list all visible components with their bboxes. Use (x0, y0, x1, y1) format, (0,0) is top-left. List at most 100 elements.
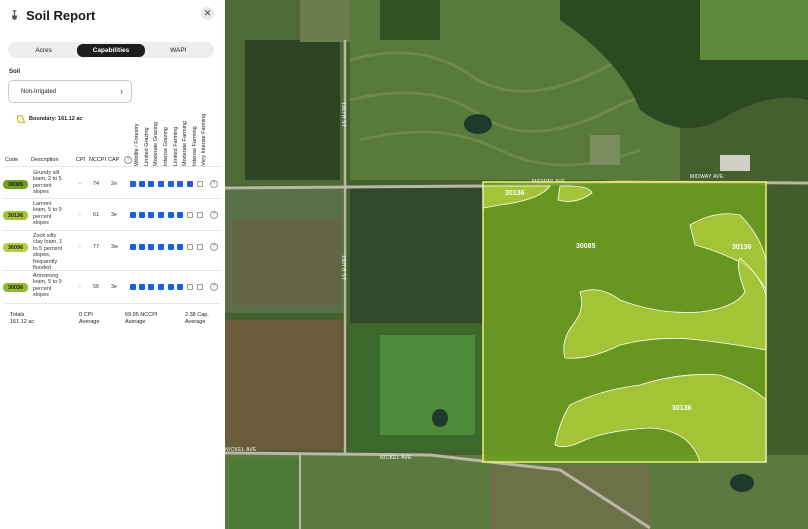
soil-label-30136-b: 30136 (732, 244, 752, 251)
help-icon[interactable]: ? (210, 180, 218, 188)
soil-label-30136-c: 30136 (672, 405, 692, 412)
soil-code-badge: 30136 (3, 211, 28, 220)
header-cap: CAP (108, 157, 120, 163)
divider (4, 166, 220, 167)
description-line: slopes (33, 189, 49, 196)
capability-indicator-filled (148, 244, 154, 250)
nccpi-value: 61 (93, 212, 100, 218)
capability-indicator-empty (187, 284, 193, 290)
totals-cap-caption: Average (185, 319, 206, 325)
road-label-midway-2: MIDWAY AVE (690, 174, 724, 180)
capability-indicator-filled (148, 284, 154, 290)
totals-cpi-value: 0 CPI (79, 312, 93, 318)
cap-value: 2e (111, 181, 118, 187)
soil-boundary-overlay[interactable] (482, 181, 767, 463)
header-cap-1: Limited Grazing (144, 127, 150, 166)
help-icon[interactable]: ? (210, 243, 218, 251)
help-icon[interactable]: ? (124, 156, 132, 164)
soil-description: Lamoni loam, 5 to 9 percent slopes (33, 201, 73, 227)
totals-nccpi-caption: Average (125, 319, 146, 325)
nccpi-value: 74 (93, 181, 100, 187)
help-icon[interactable]: ? (210, 283, 218, 291)
cap-value: 3e (111, 284, 118, 290)
tab-acres[interactable]: Acres (10, 44, 77, 57)
capability-indicator-filled (168, 181, 174, 187)
capability-indicator-filled (139, 284, 145, 290)
capability-indicator-filled (139, 244, 145, 250)
road-label-190th-2: 190TH ST (340, 255, 346, 280)
soil-code-badge: 36096 (3, 243, 28, 252)
capability-indicator-filled (139, 181, 145, 187)
header-cap-7: Very Intense Farming (201, 113, 207, 166)
tab-capabilities[interactable]: Capabilities (77, 43, 145, 57)
capability-indicator-filled (148, 212, 154, 218)
shovel-icon (8, 9, 20, 21)
capability-indicator-filled (168, 284, 174, 290)
soil-description: Grundy silt loam, 2 to 5 percent slopes (33, 170, 73, 196)
soil-irrigation-select[interactable]: Non-Irrigated › (8, 80, 132, 103)
soil-select-value: Non-Irrigated (21, 88, 57, 95)
cpi-value: - (79, 244, 81, 250)
close-icon: ✕ (203, 8, 212, 18)
capability-indicator-filled (187, 181, 193, 187)
divider (4, 270, 220, 271)
boundary-label: Boundary: 161.12 ac (29, 116, 83, 122)
capability-indicator-empty (187, 212, 193, 218)
capability-indicator-filled (130, 181, 136, 187)
close-button[interactable]: ✕ (201, 7, 214, 20)
description-line: slopes (33, 292, 49, 299)
capability-indicator-filled (177, 212, 183, 218)
totals-acres: 161.12 ac (10, 319, 35, 325)
soil-label-30136-a: 30136 (505, 190, 525, 197)
totals-cpi-caption: Average (79, 319, 100, 325)
totals-nccpi-value: 69.95 NCCPI (125, 312, 158, 318)
totals-cap-value: 2.38 Cap. (185, 312, 209, 318)
capability-indicator-empty (187, 244, 193, 250)
capability-indicator-empty (197, 212, 203, 218)
capability-indicator-filled (139, 212, 145, 218)
soil-code-badge: 30085 (3, 180, 28, 189)
cap-value: 3e (111, 212, 118, 218)
header-cap-4: Limited Farming (173, 126, 179, 166)
soil-label-30085: 30085 (576, 243, 596, 250)
capability-indicator-filled (177, 284, 183, 290)
boundary-polygon-icon (16, 114, 26, 124)
divider (4, 230, 220, 231)
divider (4, 198, 220, 199)
cap-value: 3w (111, 244, 119, 250)
capability-indicator-filled (158, 284, 164, 290)
help-icon[interactable]: ? (210, 211, 218, 219)
capability-indicator-filled (177, 181, 183, 187)
capability-indicator-filled (148, 181, 154, 187)
header-cap-0: Wildlife / Forestry (134, 123, 140, 166)
header-cap-2: Moderate Grazing (153, 121, 159, 166)
nccpi-value: 77 (93, 244, 100, 250)
header-nccpi: NCCPI (89, 157, 107, 163)
header-code: Code (5, 157, 19, 163)
capability-indicator-empty (197, 244, 203, 250)
road-label-190th: 190TH ST (340, 102, 346, 127)
capability-indicator-filled (168, 212, 174, 218)
header-cpi: CPI (76, 157, 86, 163)
capability-indicator-filled (158, 244, 164, 250)
road-label-nickel: NICKEL AVE (380, 455, 412, 461)
tab-wapi[interactable]: WAPI (145, 44, 212, 57)
capability-indicator-empty (197, 284, 203, 290)
soil-code-badge: 30036 (3, 283, 28, 292)
road-label-nickel-2: NICKEL AVE (225, 447, 257, 453)
soil-field-label: Soil (9, 69, 21, 75)
capability-indicator-filled (177, 244, 183, 250)
panel-header: Soil Report (8, 6, 218, 24)
description-line: slopes (33, 220, 49, 227)
cpi-value: - (79, 284, 81, 290)
cpi-value: - (79, 212, 81, 218)
cpi-value: - (79, 181, 81, 187)
capability-indicator-filled (158, 212, 164, 218)
totals-label: Totals (10, 312, 25, 318)
capability-indicator-filled (130, 212, 136, 218)
header-cap-3: Intense Grazing (163, 127, 169, 166)
header-description: Description (31, 157, 59, 163)
capability-indicator-filled (130, 284, 136, 290)
header-cap-6: Intense Farming (192, 126, 198, 166)
chevron-right-icon: › (120, 86, 123, 96)
